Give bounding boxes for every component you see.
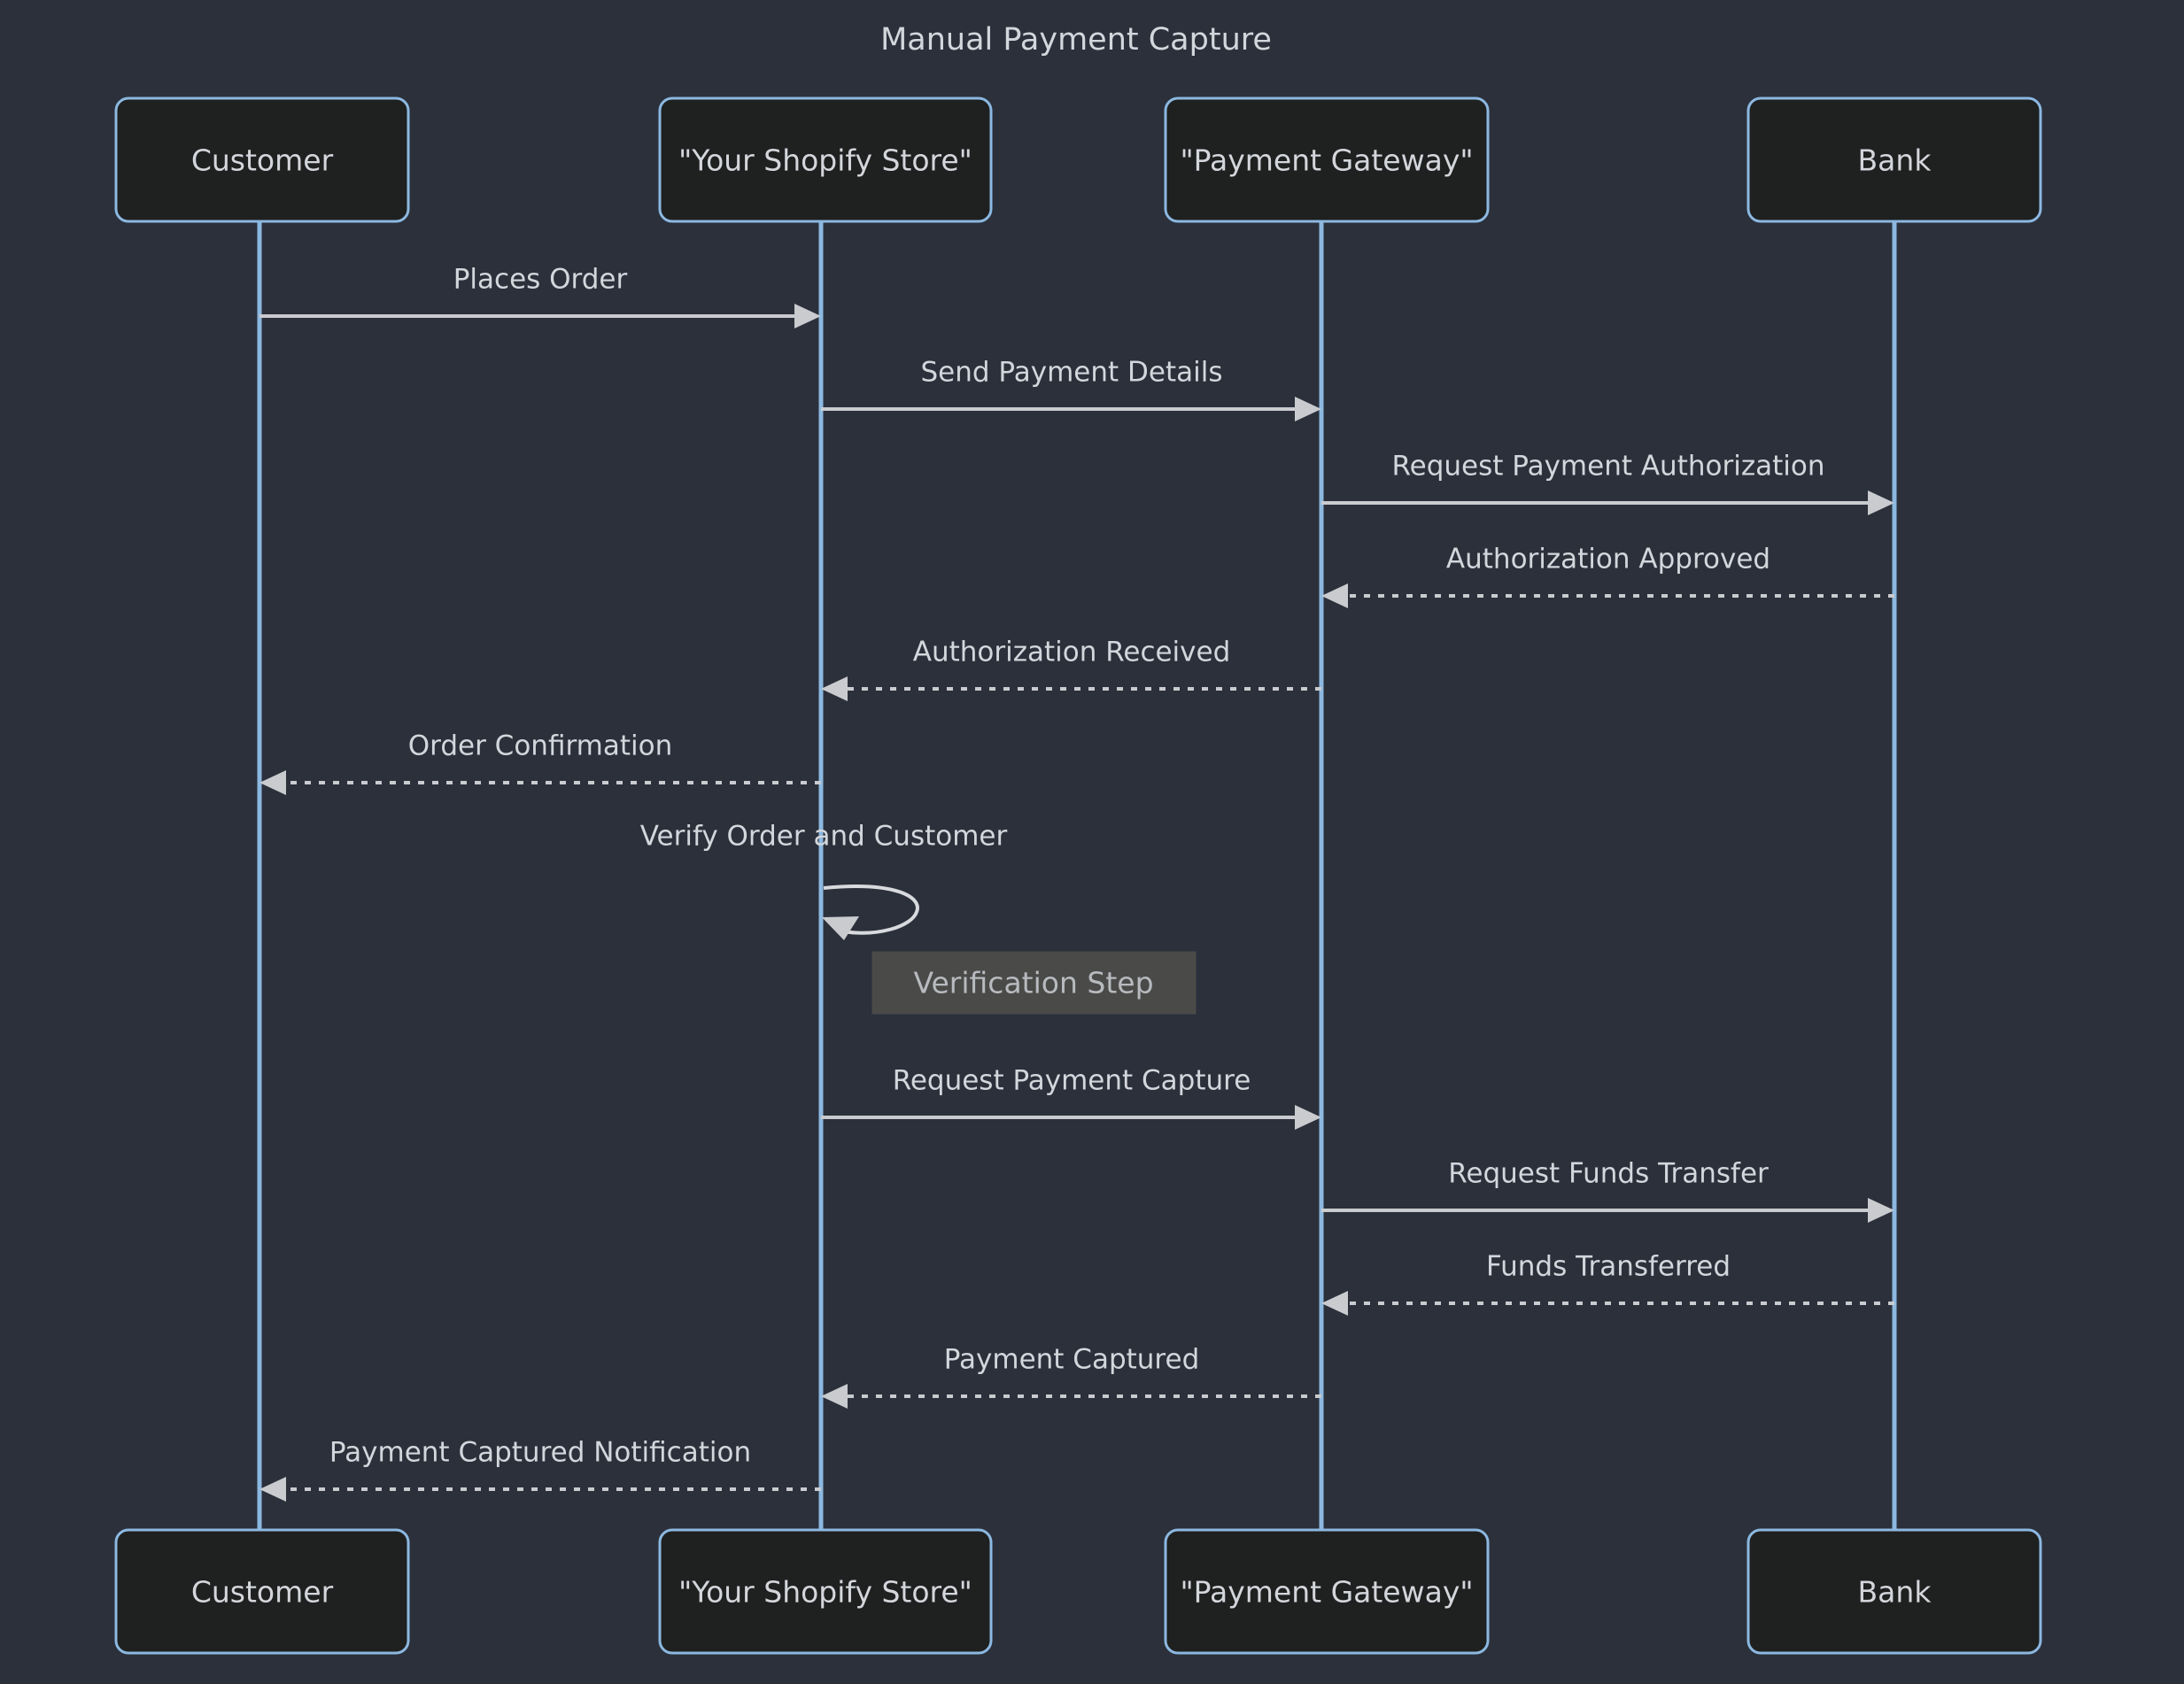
arrowhead-self-loop-verify-order <box>822 916 859 940</box>
message-payment-captured-notification: Payment Captured Notification <box>259 1437 821 1502</box>
actor-box-bottom-customer[interactable]: Customer <box>114 1528 410 1655</box>
message-authorization-approved: Authorization Approved <box>1321 544 1894 608</box>
actor-label-customer-bottom: Customer <box>191 1575 334 1610</box>
message-label-authorization-approved: Authorization Approved <box>1446 544 1770 575</box>
message-label-funds-transferred: Funds Transferred <box>1486 1251 1731 1283</box>
actor-box-bottom-shopify-store[interactable]: "Your Shopify Store" <box>658 1528 993 1655</box>
arrowhead-right-send-payment-details <box>1295 397 1321 421</box>
message-label-send-payment-details: Send Payment Details <box>921 357 1223 389</box>
message-label-request-payment-capture: Request Payment Capture <box>893 1065 1251 1097</box>
actor-label-payment-gateway-bottom: "Payment Gateway" <box>1180 1575 1473 1610</box>
actor-label-bank-bottom: Bank <box>1858 1575 1932 1610</box>
note-label-verification-step: Verification Step <box>913 966 1153 1000</box>
arrowhead-right-request-payment-authorization <box>1868 491 1894 515</box>
message-request-payment-capture: Request Payment Capture <box>821 1065 1321 1130</box>
message-label-authorization-received: Authorization Received <box>913 637 1231 668</box>
actor-box-top-bank[interactable]: Bank <box>1746 97 2042 223</box>
message-label-payment-captured: Payment Captured <box>944 1344 1200 1376</box>
note-verification-step: Verification Step <box>871 951 1197 1015</box>
message-label-payment-captured-notification: Payment Captured Notification <box>329 1437 751 1469</box>
actor-label-shopify-store-bottom: "Your Shopify Store" <box>678 1575 972 1610</box>
message-request-funds-transfer: Request Funds Transfer <box>1321 1158 1894 1223</box>
actor-box-top-shopify-store[interactable]: "Your Shopify Store" <box>658 97 993 223</box>
arrowhead-left-authorization-approved <box>1321 583 1348 608</box>
arrowhead-left-payment-captured <box>821 1384 848 1409</box>
arrowhead-right-places-order <box>794 304 821 328</box>
arrowhead-right-request-payment-capture <box>1295 1105 1321 1130</box>
arrowhead-left-order-confirmation <box>259 770 286 795</box>
arrowhead-left-authorization-received <box>821 676 848 701</box>
diagram-title: Manual Payment Capture <box>880 22 1272 58</box>
arrowhead-left-payment-captured-notification <box>259 1477 286 1502</box>
message-request-payment-authorization: Request Payment Authorization <box>1321 451 1894 515</box>
actor-box-bottom-payment-gateway[interactable]: "Payment Gateway" <box>1164 1528 1490 1655</box>
sequence-diagram-canvas: Manual Payment Capture Customer "Your Sh… <box>0 0 2184 1684</box>
message-label-places-order: Places Order <box>453 264 628 296</box>
actor-label-shopify-store-top: "Your Shopify Store" <box>678 143 972 178</box>
message-label-request-payment-authorization: Request Payment Authorization <box>1392 451 1825 483</box>
message-places-order: Places Order <box>259 264 821 328</box>
message-label-verify-order-and-customer: Verify Order and Customer <box>640 821 1008 853</box>
message-verify-order-and-customer: Verify Order and Customer <box>640 821 1008 940</box>
message-payment-captured: Payment Captured <box>821 1344 1321 1409</box>
arrowhead-right-request-funds-transfer <box>1868 1198 1894 1223</box>
sequence-diagram-svg: Manual Payment Capture Customer "Your Sh… <box>114 22 2042 1655</box>
message-label-order-confirmation: Order Confirmation <box>408 730 673 762</box>
actor-box-top-payment-gateway[interactable]: "Payment Gateway" <box>1164 97 1490 223</box>
message-order-confirmation: Order Confirmation <box>259 730 821 795</box>
actor-box-top-customer[interactable]: Customer <box>114 97 410 223</box>
message-label-request-funds-transfer: Request Funds Transfer <box>1448 1158 1769 1190</box>
actor-label-customer-top: Customer <box>191 143 334 178</box>
message-authorization-received: Authorization Received <box>821 637 1321 701</box>
message-funds-transferred: Funds Transferred <box>1321 1251 1894 1316</box>
actor-box-bottom-bank[interactable]: Bank <box>1746 1528 2042 1655</box>
arrowhead-left-funds-transferred <box>1321 1291 1348 1316</box>
message-send-payment-details: Send Payment Details <box>821 357 1321 421</box>
actor-label-payment-gateway-top: "Payment Gateway" <box>1180 143 1473 178</box>
actor-label-bank-top: Bank <box>1858 143 1932 178</box>
